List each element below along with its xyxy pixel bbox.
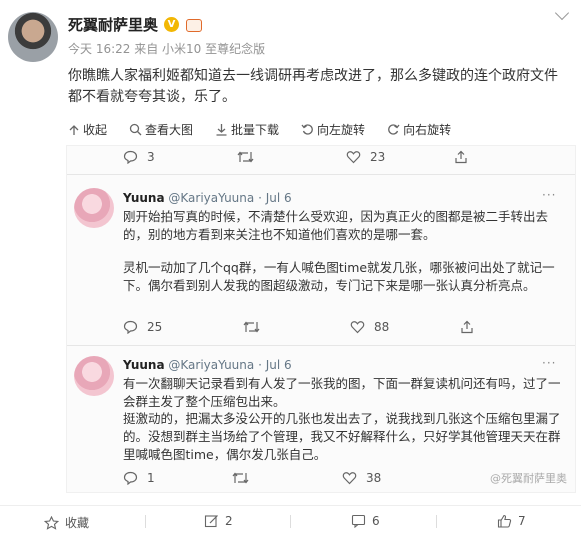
- retweet-icon: [243, 321, 260, 333]
- comment-count: 6: [372, 514, 380, 528]
- chevron-down-icon[interactable]: [554, 5, 570, 21]
- divider: [436, 515, 437, 528]
- reply-icon: [123, 471, 138, 485]
- more-dots-icon: ···: [542, 356, 557, 370]
- reply-count: 25: [147, 320, 163, 334]
- thumbs-up-icon: [497, 514, 512, 528]
- download-icon: [216, 124, 227, 136]
- batch-download-label: 批量下载: [231, 123, 280, 137]
- like-button[interactable]: 7: [497, 514, 526, 528]
- share-icon: [455, 150, 467, 164]
- tweet-date: Jul 6: [265, 191, 292, 205]
- watermark: @死翼耐萨里奥: [490, 472, 567, 485]
- repost-count: 2: [225, 514, 233, 528]
- action-bar: 收藏 2 6 7: [0, 505, 581, 535]
- tweet-avatar: [74, 356, 114, 396]
- view-large-button[interactable]: 查看大图: [129, 121, 193, 138]
- rotate-left-icon: [301, 124, 313, 135]
- star-icon: [44, 515, 59, 530]
- username[interactable]: 死翼耐萨里奥: [68, 14, 158, 35]
- reply-stat: 25: [123, 320, 162, 334]
- tweet-date: Jul 6: [265, 358, 292, 372]
- tweet-paragraph: 刚开始拍写真的时候，不清楚什么受欢迎，因为真正火的图都是被二手转出去的，别的地方…: [123, 209, 549, 242]
- reply-stat: 3: [123, 150, 155, 164]
- user-line: 死翼耐萨里奥 V: [68, 14, 203, 35]
- favorite-label: 收藏: [65, 516, 90, 530]
- view-large-label: 查看大图: [145, 123, 194, 137]
- retweet-icon: [237, 151, 254, 163]
- collapse-button[interactable]: 收起: [68, 121, 107, 138]
- rotate-left-button[interactable]: 向左旋转: [301, 121, 365, 138]
- post-image[interactable]: 3 23 Yuuna @KariyaYuuna · Jul 6 ··· 刚开始拍…: [66, 145, 576, 493]
- retweet-stat: [237, 150, 254, 164]
- collapse-label: 收起: [83, 123, 108, 137]
- divider: [290, 515, 291, 528]
- like-stat: 38: [342, 471, 381, 485]
- like-count: 88: [374, 320, 390, 334]
- image-toolbar: 收起 查看大图 批量下载 向左旋转 向右旋转: [68, 121, 451, 138]
- more-dots-icon: ···: [542, 188, 557, 202]
- tweet-paragraph: 挺激动的，把漏太多没公开的几张也发出去了，说我找到几张这个压缩包里漏了的。没想到…: [123, 411, 561, 462]
- rotate-left-label: 向左旋转: [317, 123, 366, 137]
- share-stat: [454, 150, 468, 164]
- post-text: 你瞧瞧人家福利姬都知道去一线调研再考虑改进了，那么多键政的连个政府文件都不看就夸…: [68, 68, 558, 105]
- like-stat: 88: [350, 320, 389, 334]
- comment-button[interactable]: 6: [351, 514, 380, 528]
- edit-repost-icon: [204, 515, 218, 528]
- divider: [67, 174, 575, 175]
- favorite-button[interactable]: 收藏: [44, 514, 89, 531]
- like-stat: 23: [346, 150, 385, 164]
- reply-icon: [123, 320, 138, 334]
- post-meta: 今天 16:22 来自 小米10 至尊纪念版: [68, 42, 266, 56]
- tweet-author-name: Yuuna: [123, 191, 165, 205]
- like-count: 7: [518, 514, 526, 528]
- retweet-icon: [232, 472, 249, 484]
- reply-icon: [123, 150, 138, 164]
- avatar[interactable]: [8, 12, 58, 62]
- like-count: 38: [366, 471, 382, 485]
- verified-badge-icon: V: [164, 17, 180, 32]
- like-count: 23: [370, 150, 386, 164]
- divider: [145, 515, 146, 528]
- reply-count: 3: [147, 150, 155, 164]
- rotate-right-icon: [388, 124, 400, 135]
- tweet-author-name: Yuuna: [123, 358, 165, 372]
- retweet-stat: [232, 471, 249, 485]
- divider: [67, 345, 575, 346]
- heart-icon: [350, 321, 365, 334]
- batch-download-button[interactable]: 批量下载: [215, 121, 279, 138]
- tweet-header: Yuuna @KariyaYuuna · Jul 6: [123, 191, 292, 205]
- retweet-stat: [243, 320, 260, 334]
- tweet-avatar: [74, 188, 114, 228]
- share-icon: [461, 320, 473, 334]
- tweet-header: Yuuna @KariyaYuuna · Jul 6: [123, 358, 292, 372]
- comment-icon: [351, 514, 366, 528]
- rotate-right-button[interactable]: 向右旋转: [387, 121, 451, 138]
- heart-icon: [342, 472, 357, 485]
- heart-icon: [346, 151, 361, 164]
- rotate-right-label: 向右旋转: [403, 123, 452, 137]
- tweet-author-handle: @KariyaYuuna: [168, 191, 255, 205]
- reply-stat: 1: [123, 471, 155, 485]
- tweet-paragraph: 灵机一动加了几个qq群，一有人喊色图time就发几张，哪张被问出处了就记一下。偶…: [123, 260, 555, 293]
- arrow-up-icon: [69, 124, 79, 135]
- reply-count: 1: [147, 471, 155, 485]
- share-stat: [460, 320, 474, 334]
- magnifier-icon: [129, 123, 142, 136]
- member-badge-icon: [185, 18, 203, 32]
- repost-button[interactable]: 2: [204, 514, 233, 528]
- tweet-author-handle: @KariyaYuuna: [168, 358, 255, 372]
- tweet-paragraph: 有一次翻聊天记录看到有人发了一张我的图，下面一群复读机问还有吗，过了一会群主发了…: [123, 376, 561, 409]
